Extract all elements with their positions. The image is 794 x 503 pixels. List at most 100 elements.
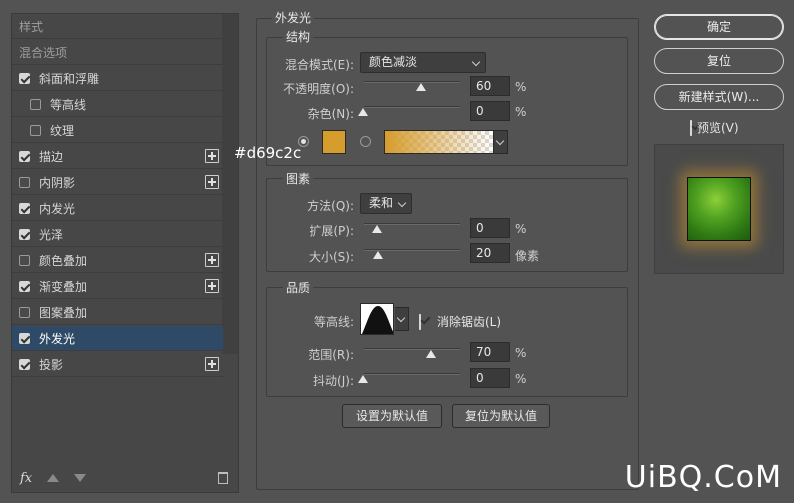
outer-glow-checkbox[interactable]: [19, 332, 30, 344]
contour-checkbox[interactable]: [30, 98, 41, 110]
style-list-item-label: 渐变叠加: [39, 279, 88, 294]
style-list-item-contour[interactable]: 等高线: [12, 92, 223, 117]
new-style-button[interactable]: 新建样式(W)...: [654, 84, 784, 110]
add-stroke-icon[interactable]: [205, 149, 219, 163]
style-list-item-styles[interactable]: 样式: [12, 14, 223, 39]
add-color-overlay-icon[interactable]: [205, 253, 219, 267]
blend-mode-dropdown[interactable]: 颜色减淡: [360, 52, 486, 73]
size-slider-handle[interactable]: [373, 251, 383, 259]
preview-thumbnail: [687, 177, 751, 241]
inner-glow-checkbox[interactable]: [19, 202, 30, 214]
opacity-input[interactable]: 60: [470, 76, 510, 96]
reset-button[interactable]: 复位: [654, 48, 784, 74]
noise-slider[interactable]: [364, 106, 460, 108]
range-slider[interactable]: [364, 348, 460, 350]
style-list-item-satin[interactable]: 光泽: [12, 222, 223, 247]
style-list-item-blending-options[interactable]: 混合选项: [12, 40, 223, 65]
structure-legend: 结构: [283, 28, 314, 45]
size-input[interactable]: 20: [470, 243, 510, 263]
opacity-unit: %: [515, 80, 527, 94]
chevron-down-icon: [471, 57, 481, 67]
technique-dropdown[interactable]: 柔和: [360, 193, 412, 214]
noise-input[interactable]: 0: [470, 101, 510, 121]
preview-checkbox[interactable]: [690, 120, 692, 136]
style-list-item-label: 描边: [39, 149, 64, 164]
spread-input[interactable]: 0: [470, 218, 510, 238]
color-hex-annotation: #d69c2c: [234, 144, 302, 162]
ok-button[interactable]: 确定: [654, 14, 784, 40]
range-unit: %: [515, 346, 527, 360]
style-list-item-bevel-emboss[interactable]: 斜面和浮雕: [12, 66, 223, 91]
quality-legend: 品质: [283, 279, 314, 296]
contour-curve-icon: [361, 306, 393, 334]
add-drop-shadow-icon[interactable]: [205, 357, 219, 371]
spread-slider-handle[interactable]: [372, 225, 382, 233]
move-up-icon[interactable]: [47, 474, 59, 482]
jitter-label: 抖动(J):: [313, 374, 354, 388]
style-list-item-drop-shadow[interactable]: 投影: [12, 352, 223, 377]
gradient-overlay-checkbox[interactable]: [19, 280, 30, 292]
technique-label: 方法(Q):: [307, 199, 354, 213]
style-list-item-inner-glow[interactable]: 内发光: [12, 196, 223, 221]
jitter-input[interactable]: 0: [470, 368, 510, 388]
style-list-item-label: 样式: [19, 19, 44, 34]
contour-picker[interactable]: [360, 303, 394, 335]
style-list-item-stroke[interactable]: 描边: [12, 144, 223, 169]
move-down-icon[interactable]: [74, 474, 86, 482]
jitter-slider-handle[interactable]: [358, 375, 368, 383]
range-input[interactable]: 70: [470, 342, 510, 362]
site-watermark: UiBQ.CoM: [624, 460, 782, 495]
chevron-down-icon: [397, 198, 407, 208]
style-list-item-label: 内发光: [39, 201, 76, 216]
style-list-item-label: 投影: [39, 357, 64, 372]
blend-mode-label: 混合模式(E):: [285, 58, 354, 72]
texture-checkbox[interactable]: [30, 124, 41, 136]
opacity-slider-handle[interactable]: [416, 83, 426, 91]
range-slider-handle[interactable]: [426, 350, 436, 358]
style-list-footer: fx: [12, 468, 238, 492]
style-list-scrollbar[interactable]: [222, 14, 238, 354]
add-gradient-overlay-icon[interactable]: [205, 279, 219, 293]
gradient-radio[interactable]: [360, 136, 371, 147]
panel-title: 外发光: [272, 9, 315, 26]
style-list-item-inner-shadow[interactable]: 内阴影: [12, 170, 223, 195]
style-list-item-texture[interactable]: 纹理: [12, 118, 223, 143]
reset-default-button[interactable]: 复位为默认值: [452, 404, 550, 428]
style-list-panel: 样式 混合选项 斜面和浮雕 等高线 纹理 描边 内阴影 内发光 光泽 颜色叠加: [11, 13, 239, 493]
glow-gradient-picker[interactable]: [384, 130, 494, 154]
contour-dropdown-chevron-icon[interactable]: [395, 307, 409, 331]
style-list-item-color-overlay[interactable]: 颜色叠加: [12, 248, 223, 273]
style-list-item-outer-glow[interactable]: 外发光: [12, 326, 223, 351]
size-label: 大小(S):: [308, 250, 354, 264]
jitter-slider[interactable]: [364, 373, 460, 375]
opacity-slider[interactable]: [364, 81, 460, 83]
blend-mode-value: 颜色减淡: [369, 55, 418, 69]
make-default-button[interactable]: 设置为默认值: [342, 404, 442, 428]
drop-shadow-checkbox[interactable]: [19, 358, 30, 370]
style-list-item-label: 光泽: [39, 227, 64, 242]
glow-color-swatch[interactable]: [322, 130, 346, 154]
style-preview: [654, 144, 784, 274]
style-list-item-label: 外发光: [39, 331, 76, 346]
trash-icon[interactable]: [218, 472, 228, 484]
style-list-item-label: 颜色叠加: [39, 253, 88, 268]
spread-label: 扩展(P):: [309, 224, 354, 238]
contour-label: 等高线:: [313, 315, 354, 329]
add-inner-shadow-icon[interactable]: [205, 175, 219, 189]
stroke-checkbox[interactable]: [19, 150, 30, 162]
style-list-item-label: 内阴影: [39, 175, 76, 190]
antialias-checkbox[interactable]: [419, 314, 421, 330]
inner-shadow-checkbox[interactable]: [19, 176, 30, 188]
gradient-dropdown-chevron-icon[interactable]: [494, 130, 508, 154]
style-list-item-gradient-overlay[interactable]: 渐变叠加: [12, 274, 223, 299]
pattern-overlay-checkbox[interactable]: [19, 306, 30, 318]
style-list-item-pattern-overlay[interactable]: 图案叠加: [12, 300, 223, 325]
noise-slider-handle[interactable]: [358, 108, 368, 116]
satin-checkbox[interactable]: [19, 228, 30, 240]
noise-unit: %: [515, 105, 527, 119]
color-overlay-checkbox[interactable]: [19, 254, 30, 266]
bevel-emboss-checkbox[interactable]: [19, 72, 30, 84]
antialias-label: 消除锯齿(L): [437, 315, 502, 329]
preview-label: 预览(V): [697, 121, 739, 135]
fx-icon[interactable]: fx: [20, 471, 32, 486]
